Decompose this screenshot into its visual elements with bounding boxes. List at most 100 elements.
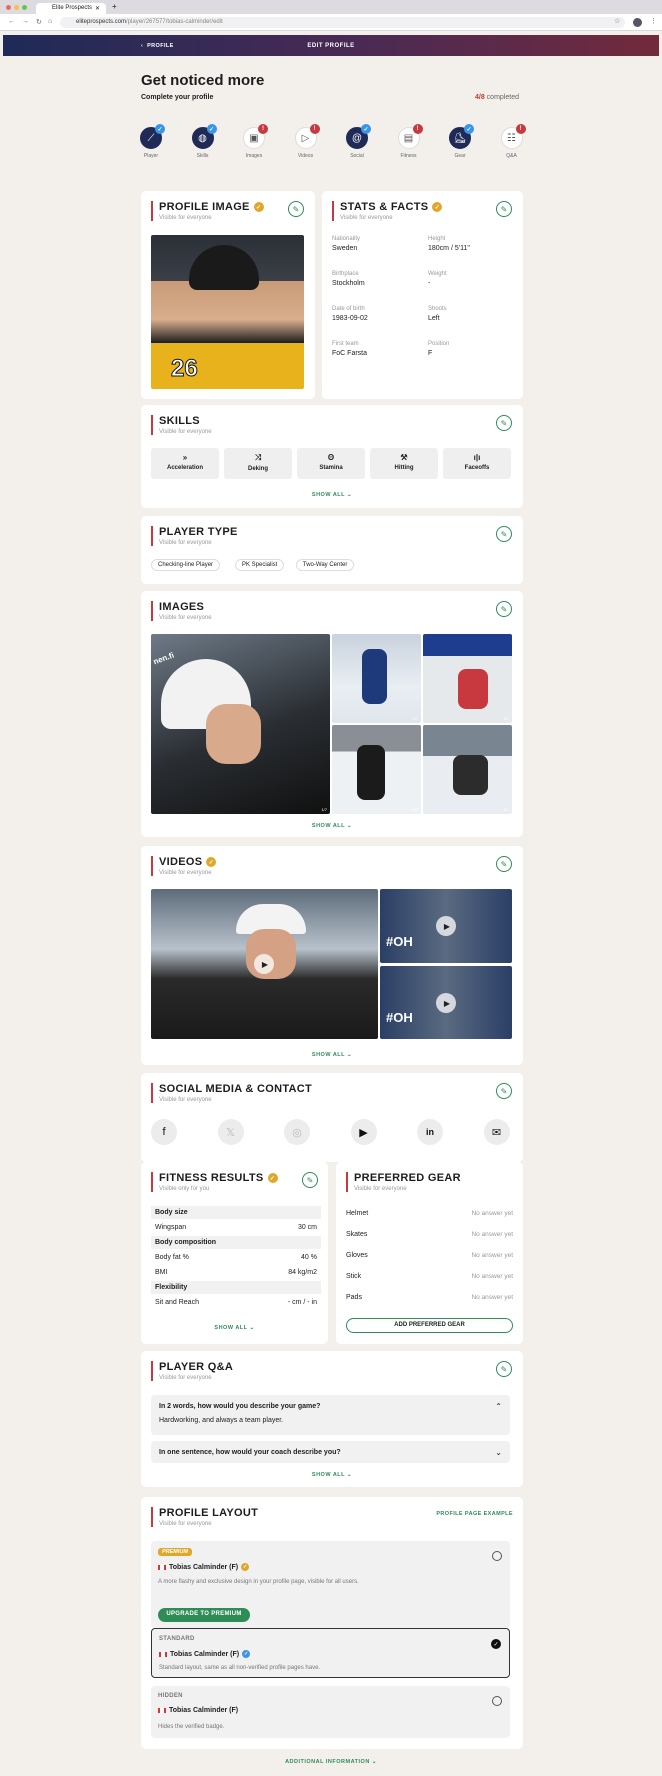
step-fitness[interactable]: ▤! Fitness (389, 124, 429, 159)
browser-profile-avatar[interactable] (633, 18, 642, 27)
edit-profile-image-button[interactable]: ✎ (288, 201, 304, 217)
player-name: Tobias Calminder (F) (169, 1563, 239, 1571)
videos-show-all-link[interactable]: SHOW ALL ⌄ (141, 1052, 523, 1058)
qa-item-collapsed[interactable]: In one sentence, how would your coach de… (151, 1441, 510, 1463)
visibility-label: Visible for everyone (340, 215, 393, 221)
address-bar-row: ← → ↻ ⌂ eliteprospects.com/player/267577… (0, 14, 662, 31)
instagram-icon[interactable]: ◎ (284, 1119, 310, 1145)
show-all-label: SHOW ALL (311, 1052, 345, 1058)
gallery-image-5[interactable]: 5/7 (423, 725, 512, 814)
minimize-window-dot[interactable] (14, 5, 19, 10)
standard-radio-checked[interactable]: ✓ (491, 1639, 501, 1649)
url-host: eliteprospects.com (76, 19, 127, 25)
fast-forward-icon: » (182, 453, 188, 462)
additional-information-link[interactable]: ADDITIONAL INFORMATION ⌄ (0, 1759, 662, 1765)
gallery-image-2[interactable]: 2/7 (332, 634, 421, 723)
player-qa-card: PLAYER Q&A Visible for everyone ✎ In 2 wo… (141, 1351, 523, 1487)
step-images[interactable]: ▣! Images (234, 124, 274, 159)
fact-item: Date of birth 1983-09-02 (332, 306, 417, 322)
fact-item: Birthplace Stockholm (332, 271, 417, 287)
step-skills[interactable]: ◍ ✓ Skills (183, 124, 223, 159)
fitness-label: Flexibility (155, 1284, 188, 1291)
profile-photo[interactable]: 26 (151, 235, 304, 389)
player-figure (362, 649, 387, 704)
qa-show-all-link[interactable]: SHOW ALL ⌄ (141, 1472, 523, 1478)
x-icon[interactable]: 𝕏 (217, 1119, 244, 1145)
reload-icon[interactable]: ↻ (36, 18, 42, 26)
gallery-image-3[interactable]: 3/7 (423, 634, 512, 723)
fitness-section-header: Flexibility (151, 1281, 321, 1294)
add-preferred-gear-button[interactable]: ADD PREFERRED GEAR (346, 1318, 513, 1333)
forward-arrow-icon[interactable]: → (22, 18, 29, 25)
url-field[interactable]: eliteprospects.com/player/267577/tobias-… (60, 17, 625, 28)
step-gear[interactable]: ⛸ ✓ Gear (440, 124, 480, 159)
images-show-all-link[interactable]: SHOW ALL ⌄ (141, 823, 523, 829)
qa-item-expanded[interactable]: In 2 words, how would you describe your … (151, 1395, 510, 1435)
step-videos[interactable]: ▷! Videos (286, 124, 326, 159)
helmet-shape (189, 245, 259, 290)
globe-icon: ◍ ✓ (191, 124, 217, 149)
step-qa[interactable]: ☷! Q&A (492, 124, 532, 159)
upgrade-to-premium-button[interactable]: UPGRADE TO PREMIUM (158, 1608, 250, 1622)
email-icon[interactable]: ✉ (483, 1119, 510, 1145)
close-window-dot[interactable] (6, 5, 11, 10)
edit-qa-button[interactable]: ✎ (496, 1361, 512, 1377)
play-icon[interactable]: ▶ (436, 993, 456, 1013)
fact-label: Position (428, 341, 450, 347)
layout-option-hidden[interactable]: HIDDEN Tobias Calminder (F) Hides the ve… (151, 1686, 510, 1738)
gear-value: No answer yet (471, 1252, 513, 1259)
skill-deking[interactable]: ⤨ Deking (224, 448, 292, 479)
edit-stats-button[interactable]: ✎ (496, 201, 512, 217)
bookmark-star-icon[interactable]: ☆ (614, 17, 620, 25)
visibility-label: Visible for everyone (159, 540, 212, 546)
clipboard-icon: ▤! (397, 124, 423, 149)
lungs-icon: ʘ (327, 453, 335, 462)
edit-videos-button[interactable]: ✎ (496, 856, 512, 872)
edit-skills-button[interactable]: ✎ (496, 415, 512, 431)
browser-menu-icon[interactable]: ⋮ (650, 17, 657, 25)
youtube-icon[interactable]: ▶ (350, 1119, 377, 1145)
visibility-label: Visible for everyone (159, 870, 212, 876)
chevron-down-icon[interactable]: ⌄ (495, 1448, 502, 1457)
premium-radio[interactable] (492, 1551, 502, 1561)
flag-icon (158, 1708, 166, 1713)
fact-label: Weight (428, 271, 447, 277)
fitness-show-all-link[interactable]: SHOW ALL ⌄ (141, 1325, 328, 1331)
layout-option-standard[interactable]: STANDARD Tobias Calminder (F) ✓ Standard … (151, 1628, 510, 1678)
home-icon[interactable]: ⌂ (48, 18, 52, 25)
step-social[interactable]: @ ✓ Social (337, 124, 377, 159)
browser-tab[interactable]: Elite Prospects ✕ (36, 3, 106, 14)
video-thumb-1[interactable]: #OH ▶ (380, 889, 512, 963)
new-tab-icon[interactable]: + (112, 2, 117, 11)
skills-show-all-link[interactable]: SHOW ALL ⌄ (141, 492, 523, 498)
step-label: Gear (454, 153, 466, 159)
maximize-window-dot[interactable] (22, 5, 27, 10)
edit-fitness-button[interactable]: ✎ (302, 1172, 318, 1188)
gallery-image-main[interactable]: nen.fi 1/7 (151, 634, 330, 814)
video-thumb-2[interactable]: #OH ▶ (380, 966, 512, 1039)
linkedin-icon[interactable]: in (417, 1119, 443, 1145)
edit-images-button[interactable]: ✎ (496, 601, 512, 617)
play-icon[interactable]: ▶ (254, 954, 274, 974)
play-icon[interactable]: ▶ (436, 916, 456, 936)
gear-row: Stick No answer yet (346, 1273, 513, 1280)
profile-page-example-link[interactable]: PROFILE PAGE EXAMPLE (436, 1511, 513, 1517)
video-main[interactable]: ▶ (151, 889, 378, 1039)
edit-player-type-button[interactable]: ✎ (496, 526, 512, 542)
hidden-radio[interactable] (492, 1696, 502, 1706)
edit-social-button[interactable]: ✎ (496, 1083, 512, 1099)
layout-option-premium[interactable]: PREMIUM Tobias Calminder (F) ✓ A more fla… (151, 1541, 510, 1628)
fact-label: Shoots (428, 306, 447, 312)
chevron-up-icon[interactable]: ⌃ (495, 1402, 502, 1411)
fact-item: Height 180cm / 5'11" (428, 236, 513, 252)
facebook-icon[interactable]: f (151, 1119, 177, 1145)
gallery-image-4[interactable]: 4/7 (332, 725, 421, 814)
tab-close-icon[interactable]: ✕ (95, 5, 100, 12)
skill-hitting[interactable]: ⚒ Hitting (370, 448, 438, 479)
show-all-label: SHOW ALL (311, 492, 345, 498)
skill-faceoffs[interactable]: ı|ı Faceoffs (443, 448, 511, 479)
back-arrow-icon[interactable]: ← (8, 18, 15, 25)
skill-acceleration[interactable]: » Acceleration (151, 448, 219, 479)
skill-stamina[interactable]: ʘ Stamina (297, 448, 365, 479)
step-player[interactable]: ⟋ ✓ Player (131, 124, 171, 159)
